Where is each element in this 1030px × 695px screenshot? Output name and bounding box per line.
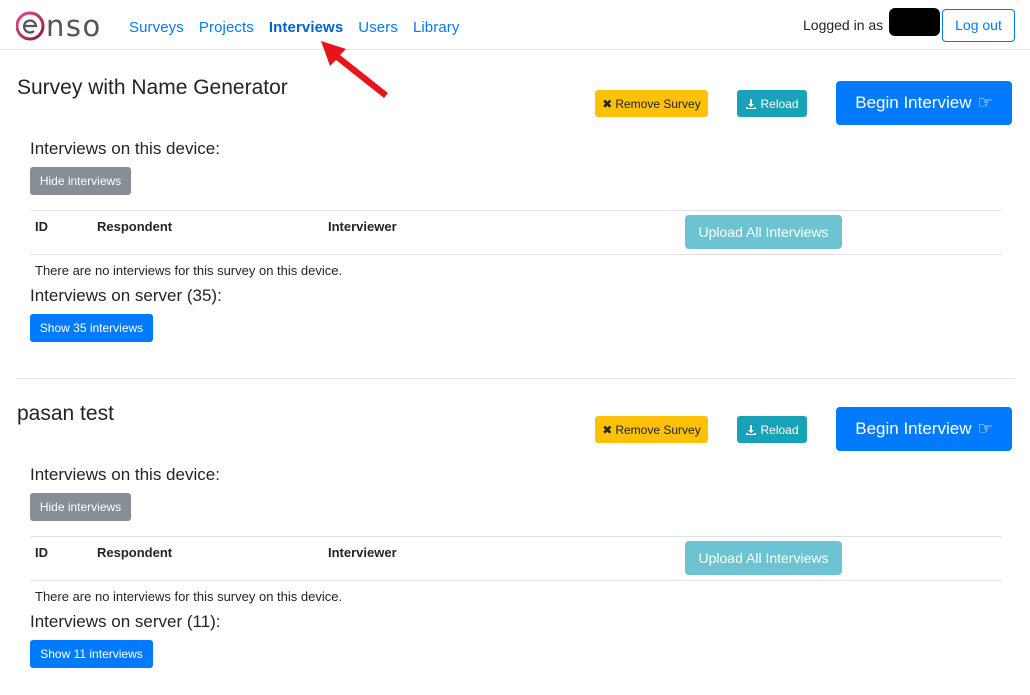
reload-label: Reload — [760, 96, 799, 111]
empty-message: There are no interviews for this survey … — [35, 263, 343, 278]
reload-button[interactable]: Reload — [737, 416, 807, 443]
navbar: enso nso Surveys Projects Interviews Use… — [0, 0, 1030, 50]
table-header-border — [30, 254, 1002, 255]
reload-button[interactable]: Reload — [737, 90, 807, 117]
column-header-id: ID — [35, 219, 48, 234]
hide-interviews-button[interactable]: Hide interviews — [30, 167, 131, 195]
remove-survey-label: Remove Survey — [615, 422, 701, 437]
upload-all-interviews-button[interactable]: Upload All Interviews — [685, 215, 842, 249]
hand-pointer-icon: ☞ — [977, 419, 993, 438]
server-interviews-heading: Interviews on server (35): — [30, 286, 222, 305]
remove-survey-button[interactable]: ✖ Remove Survey — [595, 416, 708, 443]
table-top-border — [30, 536, 1002, 537]
logout-button[interactable]: Log out — [942, 9, 1015, 42]
nav-link-surveys[interactable]: Surveys — [129, 19, 184, 36]
begin-interview-button[interactable]: Begin Interview ☞ — [836, 81, 1012, 125]
column-header-interviewer: Interviewer — [328, 219, 397, 234]
column-header-respondent: Respondent — [97, 545, 173, 560]
close-icon: ✖ — [602, 96, 613, 111]
column-header-interviewer: Interviewer — [328, 545, 397, 560]
table-header-border — [30, 580, 1002, 581]
begin-interview-label: Begin Interview — [855, 93, 972, 112]
survey-title: Survey with Name Generator — [17, 76, 288, 99]
logged-in-label: Logged in as — [803, 17, 884, 33]
close-icon: ✖ — [602, 422, 613, 437]
remove-survey-button[interactable]: ✖ Remove Survey — [595, 90, 708, 117]
column-header-respondent: Respondent — [97, 219, 173, 234]
nav-link-users[interactable]: Users — [358, 19, 398, 36]
svg-text:nso: nso — [46, 9, 102, 43]
begin-interview-button[interactable]: Begin Interview ☞ — [836, 407, 1012, 451]
reload-label: Reload — [760, 422, 799, 437]
hide-interviews-button[interactable]: Hide interviews — [30, 493, 131, 521]
survey-title: pasan test — [17, 402, 114, 425]
device-interviews-heading: Interviews on this device: — [30, 465, 220, 484]
begin-interview-label: Begin Interview — [855, 419, 972, 438]
nav-link-projects[interactable]: Projects — [199, 19, 254, 36]
redacted-username — [889, 8, 940, 36]
nav-link-library[interactable]: Library — [413, 19, 460, 36]
enso-logo[interactable]: enso nso — [16, 9, 112, 43]
nav-link-interviews[interactable]: Interviews — [269, 19, 343, 36]
nav-links: Surveys Projects Interviews Users Librar… — [129, 19, 475, 36]
download-icon — [746, 98, 757, 109]
empty-message: There are no interviews for this survey … — [35, 589, 343, 604]
device-interviews-heading: Interviews on this device: — [30, 139, 220, 158]
survey-card: Survey with Name Generator ✖ Remove Surv… — [0, 76, 1030, 376]
server-interviews-heading: Interviews on server (11): — [30, 612, 221, 631]
survey-card: pasan test ✖ Remove Survey Reload Begin … — [0, 402, 1030, 695]
hand-pointer-icon: ☞ — [977, 93, 993, 112]
download-icon — [746, 424, 757, 435]
column-header-id: ID — [35, 545, 48, 560]
survey-separator — [16, 378, 1015, 379]
upload-all-interviews-button[interactable]: Upload All Interviews — [685, 541, 842, 575]
show-interviews-button[interactable]: Show 35 interviews — [30, 314, 153, 342]
table-top-border — [30, 210, 1002, 211]
show-interviews-button[interactable]: Show 11 interviews — [30, 640, 153, 668]
remove-survey-label: Remove Survey — [615, 96, 701, 111]
